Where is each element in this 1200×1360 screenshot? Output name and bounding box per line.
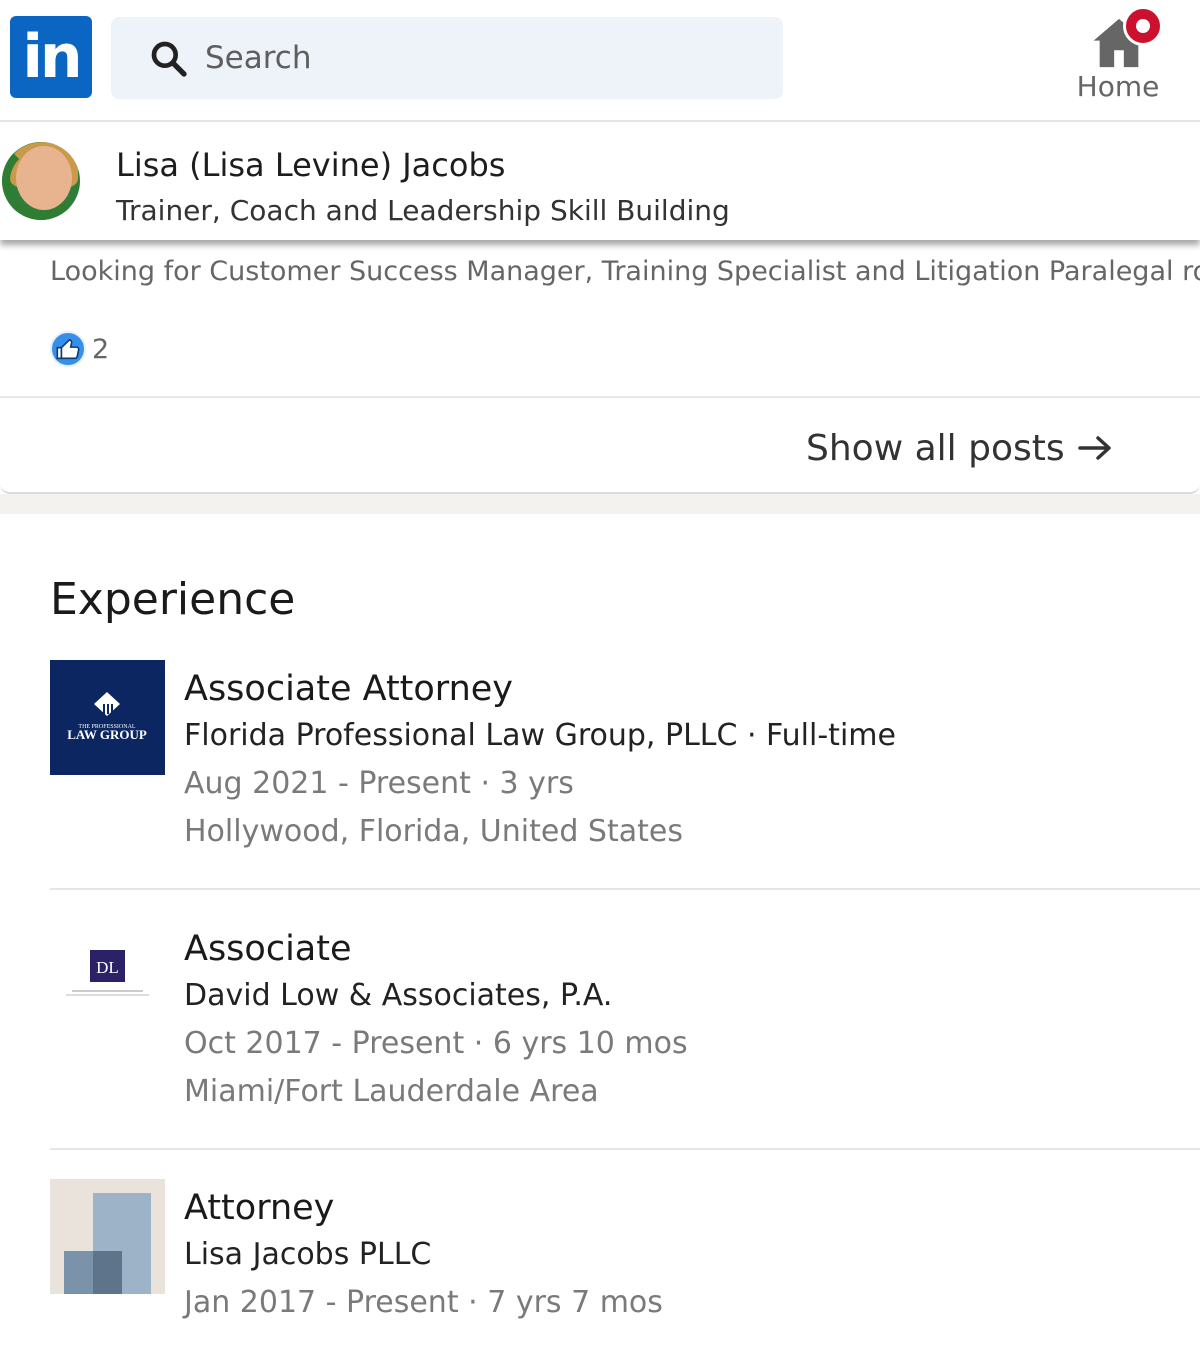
show-all-posts-label: Show all posts [806, 427, 1065, 469]
company-name: Florida Professional Law Group, PLLC · F… [184, 718, 896, 753]
notification-badge [1123, 6, 1163, 46]
show-all-posts-button[interactable]: Show all posts [806, 424, 1113, 472]
reaction-count: 2 [92, 333, 110, 365]
search-input[interactable] [205, 37, 765, 79]
experience-title: Experience [50, 574, 296, 625]
top-nav: in Home [0, 0, 1200, 122]
like-reaction-icon [50, 331, 86, 367]
svg-text:DL: DL [96, 958, 119, 977]
david-low-logo-icon: DL [66, 950, 149, 996]
open-to-work-ring [2, 142, 80, 220]
linkedin-logo[interactable]: in [10, 16, 92, 98]
divider [0, 396, 1200, 398]
section-gap [0, 494, 1200, 514]
experience-section: Experience THE PROFESSIONAL LAW GROUP As… [0, 514, 1200, 1360]
job-title: Associate [184, 929, 352, 969]
job-dates: Oct 2017 - Present · 6 yrs 10 mos [184, 1026, 688, 1061]
law-group-logo-icon: THE PROFESSIONAL LAW GROUP [67, 692, 147, 742]
post-snippet[interactable]: Looking for Customer Success Manager, Tr… [50, 256, 1200, 287]
svg-text:LAW GROUP: LAW GROUP [67, 727, 147, 742]
job-location: Miami/Fort Lauderdale Area [184, 1074, 599, 1109]
search-bar[interactable] [111, 17, 783, 99]
job-location: Hollywood, Florida, United States [184, 814, 683, 849]
company-placeholder-icon [64, 1193, 151, 1294]
company-name: David Low & Associates, P.A. [184, 978, 613, 1013]
home-label: Home [1076, 70, 1160, 103]
divider [50, 1148, 1200, 1150]
nav-home[interactable]: Home [1066, 6, 1170, 108]
job-dates: Jan 2017 - Present · 7 yrs 7 mos [184, 1285, 663, 1320]
divider [50, 888, 1200, 890]
company-logo[interactable]: DL [50, 920, 165, 1035]
activity-section: Looking for Customer Success Manager, Tr… [0, 240, 1200, 494]
reaction-summary[interactable]: 2 [50, 331, 109, 367]
company-logo-placeholder[interactable] [50, 1179, 165, 1294]
search-icon [151, 41, 187, 77]
job-dates: Aug 2021 - Present · 3 yrs [184, 766, 574, 801]
job-title: Associate Attorney [184, 669, 514, 709]
company-name: Lisa Jacobs PLLC [184, 1237, 432, 1272]
avatar[interactable] [2, 142, 80, 220]
company-logo[interactable]: THE PROFESSIONAL LAW GROUP [50, 660, 165, 775]
arrow-right-icon [1077, 436, 1111, 460]
job-title: Attorney [184, 1188, 335, 1228]
profile-sticky-header: Lisa (Lisa Levine) Jacobs Trainer, Coach… [0, 124, 1200, 240]
profile-name: Lisa (Lisa Levine) Jacobs [116, 146, 506, 184]
profile-headline: Trainer, Coach and Leadership Skill Buil… [116, 194, 730, 227]
